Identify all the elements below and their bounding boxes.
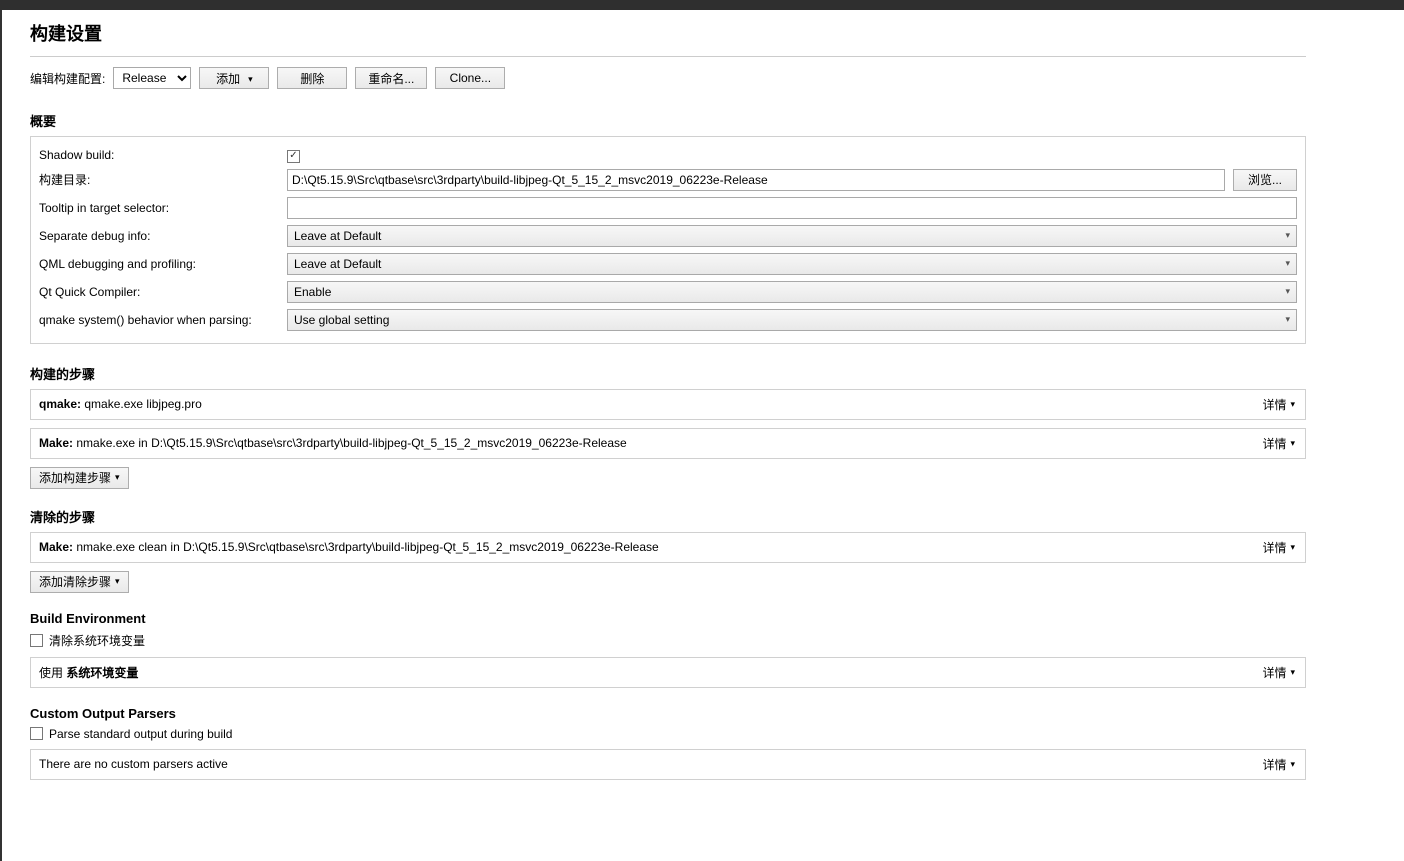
chevron-down-icon: ▾ xyxy=(1285,258,1290,269)
build-step-details-button[interactable]: 详情 xyxy=(1260,435,1297,452)
qmake-system-select[interactable]: Use global setting ▾ xyxy=(287,309,1297,331)
build-step-cmd: qmake.exe libjpeg.pro xyxy=(84,397,201,411)
chevron-down-icon: ▾ xyxy=(1285,314,1290,325)
build-env-use-bold: 系统环境变量 xyxy=(66,666,138,680)
build-step-name: qmake: xyxy=(39,397,81,411)
chevron-down-icon xyxy=(244,71,253,85)
custom-parsers-status: There are no custom parsers active xyxy=(39,757,228,771)
parse-stdout-label: Parse standard output during build xyxy=(49,727,232,741)
add-config-label: 添加 xyxy=(216,70,240,87)
clean-step-details-button[interactable]: 详情 xyxy=(1260,539,1297,556)
overview-panel: Shadow build: 构建目录: 浏览... Tooltip in tar… xyxy=(30,136,1306,344)
title-separator xyxy=(30,56,1306,57)
clone-config-button[interactable]: Clone... xyxy=(435,67,505,89)
qml-debug-label: QML debugging and profiling: xyxy=(39,257,279,271)
overview-title: 概要 xyxy=(30,111,1306,130)
parse-stdout-checkbox[interactable] xyxy=(30,727,43,740)
custom-parsers-section: Custom Output Parsers Parse standard out… xyxy=(30,706,1306,780)
qml-debug-select[interactable]: Leave at Default ▾ xyxy=(287,253,1297,275)
qt-quick-compiler-value: Enable xyxy=(294,285,331,299)
chevron-down-icon: ▾ xyxy=(1285,286,1290,297)
add-clean-step-button[interactable]: 添加清除步骤 xyxy=(30,571,129,593)
add-build-step-button[interactable]: 添加构建步骤 xyxy=(30,467,129,489)
qml-debug-value: Leave at Default xyxy=(294,257,381,271)
build-step-row: Make: nmake.exe in D:\Qt5.15.9\Src\qtbas… xyxy=(30,428,1306,459)
rename-config-button[interactable]: 重命名... xyxy=(355,67,427,89)
chevron-down-icon: ▾ xyxy=(1285,230,1290,241)
build-settings-page: 构建设置 编辑构建配置: Release 添加 删除 重命名... Clone.… xyxy=(0,10,1404,861)
content-column: 构建设置 编辑构建配置: Release 添加 删除 重命名... Clone.… xyxy=(30,20,1306,780)
shadow-build-label: Shadow build: xyxy=(39,148,279,162)
shadow-build-checkbox[interactable] xyxy=(287,150,300,163)
qt-quick-compiler-label: Qt Quick Compiler: xyxy=(39,285,279,299)
build-env-summary-row: 使用 系统环境变量 详情 xyxy=(30,657,1306,688)
build-env-details-button[interactable]: 详情 xyxy=(1260,664,1297,681)
build-step-row: qmake: qmake.exe libjpeg.pro 详情 xyxy=(30,389,1306,420)
clear-sys-env-checkbox[interactable] xyxy=(30,634,43,647)
custom-parsers-details-button[interactable]: 详情 xyxy=(1260,756,1297,773)
build-steps-title: 构建的步骤 xyxy=(30,364,1306,383)
separate-debug-select[interactable]: Leave at Default ▾ xyxy=(287,225,1297,247)
tooltip-selector-label: Tooltip in target selector: xyxy=(39,201,279,215)
build-env-title: Build Environment xyxy=(30,611,1306,626)
clean-step-row: Make: nmake.exe clean in D:\Qt5.15.9\Src… xyxy=(30,532,1306,563)
overview-form: Shadow build: 构建目录: 浏览... Tooltip in tar… xyxy=(39,147,1297,331)
build-env-section: Build Environment 清除系统环境变量 使用 系统环境变量 详情 xyxy=(30,611,1306,688)
clean-steps-title: 清除的步骤 xyxy=(30,507,1306,526)
custom-parsers-title: Custom Output Parsers xyxy=(30,706,1306,721)
clean-step-name: Make: xyxy=(39,540,73,554)
build-steps-section: 构建的步骤 qmake: qmake.exe libjpeg.pro 详情 Ma… xyxy=(30,364,1306,489)
separate-debug-value: Leave at Default xyxy=(294,229,381,243)
delete-config-button[interactable]: 删除 xyxy=(277,67,347,89)
build-dir-input[interactable] xyxy=(287,169,1225,191)
clean-steps-section: 清除的步骤 Make: nmake.exe clean in D:\Qt5.15… xyxy=(30,507,1306,593)
add-config-button[interactable]: 添加 xyxy=(199,67,269,89)
titlebar xyxy=(0,0,1404,10)
clear-sys-env-label: 清除系统环境变量 xyxy=(49,632,145,649)
clean-step-cmd: nmake.exe clean in D:\Qt5.15.9\Src\qtbas… xyxy=(76,540,658,554)
browse-button[interactable]: 浏览... xyxy=(1233,169,1297,191)
edit-build-config-label: 编辑构建配置: xyxy=(30,70,105,87)
tooltip-selector-input[interactable] xyxy=(287,197,1297,219)
build-step-cmd: nmake.exe in D:\Qt5.15.9\Src\qtbase\src\… xyxy=(76,436,626,450)
config-toolbar: 编辑构建配置: Release 添加 删除 重命名... Clone... xyxy=(30,67,1306,89)
build-step-details-button[interactable]: 详情 xyxy=(1260,396,1297,413)
build-step-name: Make: xyxy=(39,436,73,450)
qmake-system-label: qmake system() behavior when parsing: xyxy=(39,313,279,327)
build-dir-label: 构建目录: xyxy=(39,171,279,188)
build-config-select[interactable]: Release xyxy=(113,67,191,89)
custom-parsers-summary-row: There are no custom parsers active 详情 xyxy=(30,749,1306,780)
separate-debug-label: Separate debug info: xyxy=(39,229,279,243)
page-title: 构建设置 xyxy=(30,20,1306,50)
qt-quick-compiler-select[interactable]: Enable ▾ xyxy=(287,281,1297,303)
build-env-use-prefix: 使用 xyxy=(39,666,66,680)
qmake-system-value: Use global setting xyxy=(294,313,389,327)
